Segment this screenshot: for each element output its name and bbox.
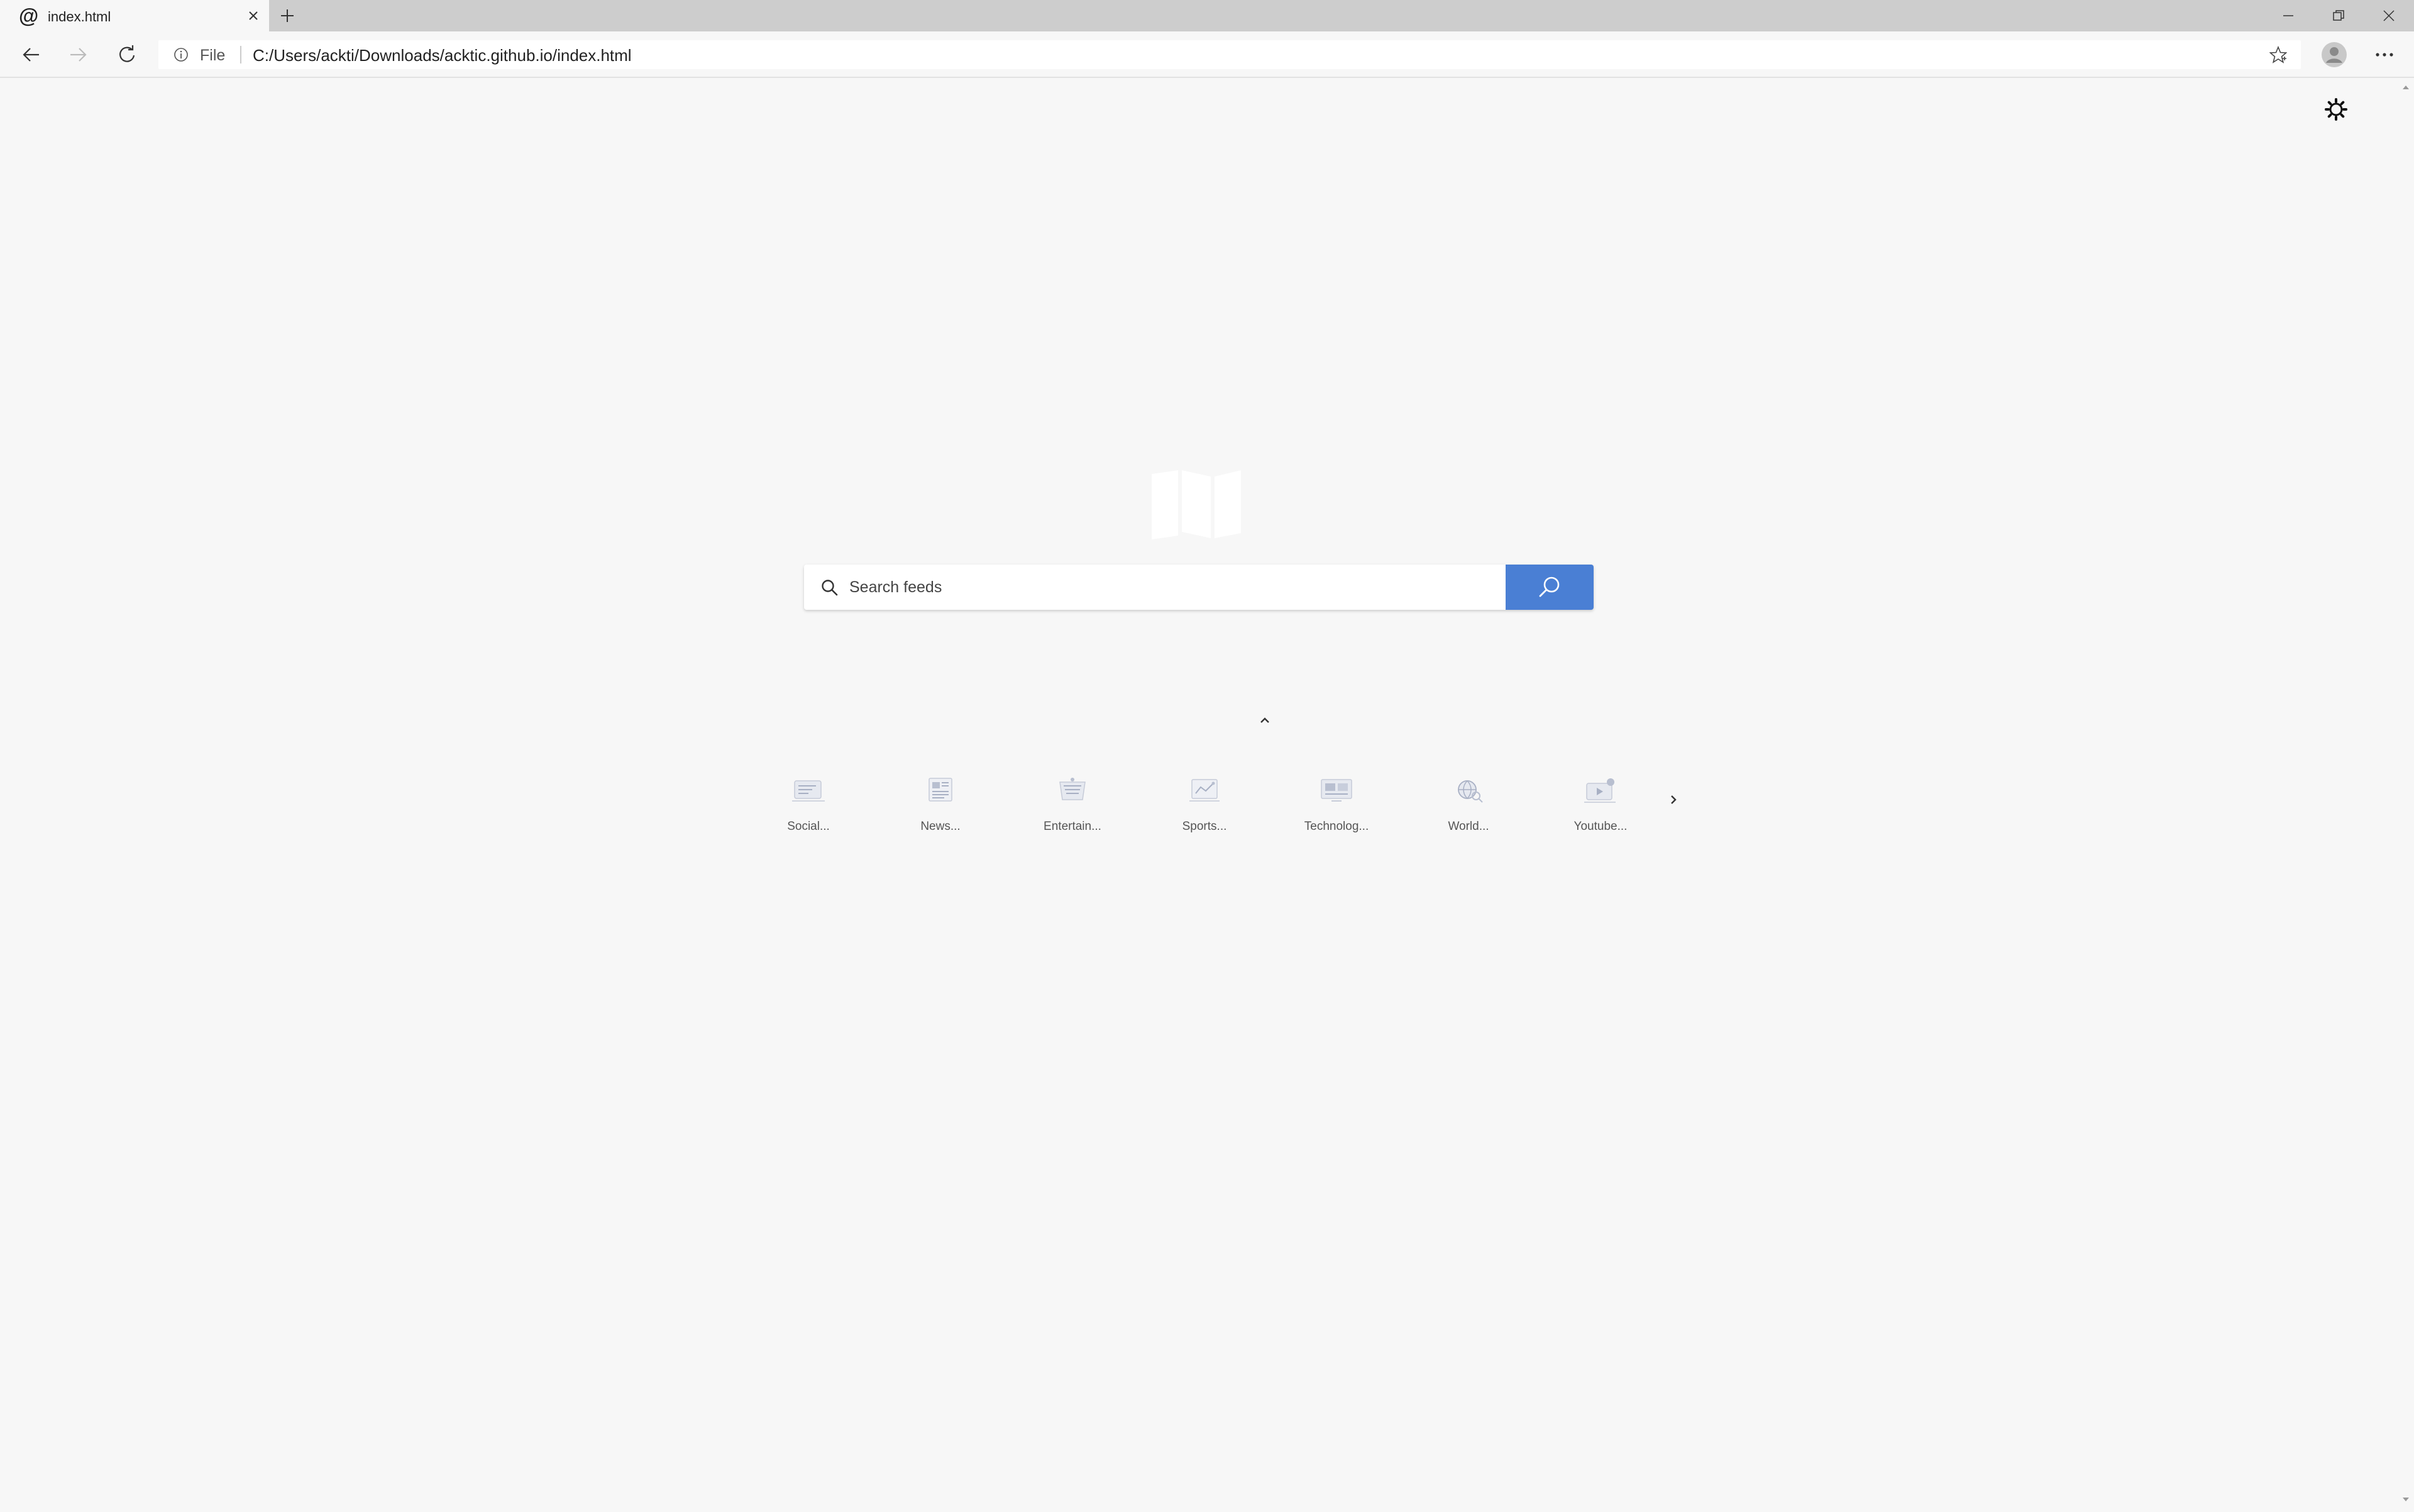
page-content: Social... News... Entertain... Sports...…	[0, 78, 2414, 1509]
category-technology[interactable]: Technolog...	[1292, 770, 1381, 839]
category-social[interactable]: Social...	[764, 770, 852, 839]
category-label: World...	[1448, 820, 1489, 833]
category-youtube[interactable]: Youtube...	[1557, 770, 1645, 839]
new-tab-button[interactable]	[278, 6, 297, 25]
minimize-button[interactable]	[2263, 0, 2313, 31]
category-news[interactable]: News...	[896, 770, 984, 839]
category-world[interactable]: World...	[1425, 770, 1513, 839]
category-label: Entertain...	[1044, 820, 1101, 833]
ellipsis-icon	[2376, 53, 2393, 57]
close-window-button[interactable]	[2364, 0, 2414, 31]
categories-next-chevron-right-icon[interactable]	[1666, 790, 1681, 810]
refresh-button[interactable]	[114, 42, 140, 67]
browser-titlebar: @ index.html	[0, 0, 2414, 31]
category-label: Sports...	[1182, 820, 1227, 833]
app-logo-icon	[1149, 468, 1243, 541]
youtube-illustration-icon	[1583, 776, 1618, 805]
site-info-icon[interactable]	[174, 47, 189, 62]
category-entertainment[interactable]: Entertain...	[1028, 770, 1116, 839]
category-sports[interactable]: Sports...	[1160, 770, 1248, 839]
search-bar	[804, 565, 1594, 610]
forward-button[interactable]	[65, 42, 91, 67]
category-label: News...	[920, 820, 961, 833]
collapse-categories-chevron-up-icon[interactable]	[1256, 713, 1274, 727]
browser-tab-active[interactable]: @ index.html	[0, 0, 269, 31]
sports-illustration-icon	[1187, 776, 1222, 805]
category-carousel: Social... News... Entertain... Sports...…	[764, 770, 1695, 845]
magnifier-icon	[1539, 577, 1560, 597]
entertainment-illustration-icon	[1055, 776, 1090, 805]
favorite-star-icon[interactable]	[2269, 45, 2288, 63]
profile-avatar-button[interactable]	[2321, 41, 2347, 68]
search-icon	[820, 578, 839, 597]
url-scheme-label: File	[200, 47, 226, 64]
address-divider	[240, 46, 241, 63]
restore-button[interactable]	[2313, 0, 2364, 31]
category-label: Youtube...	[1574, 820, 1628, 833]
address-bar[interactable]: File C:/Users/ackti/Downloads/acktic.git…	[158, 40, 2301, 69]
category-label: Social...	[787, 820, 830, 833]
technology-illustration-icon	[1319, 776, 1354, 805]
news-illustration-icon	[923, 776, 958, 805]
search-input[interactable]	[848, 565, 1502, 610]
world-illustration-icon	[1451, 776, 1486, 805]
back-button[interactable]	[19, 42, 44, 67]
back-arrow-icon	[23, 48, 39, 62]
tab-title: index.html	[48, 9, 111, 25]
category-label: Technolog...	[1304, 820, 1369, 833]
more-options-button[interactable]	[2371, 41, 2398, 68]
tab-close-icon[interactable]	[245, 8, 262, 24]
url-text[interactable]: C:/Users/ackti/Downloads/acktic.github.i…	[253, 46, 632, 65]
page-scrollbar[interactable]	[2398, 78, 2414, 1509]
forward-arrow-icon	[70, 48, 87, 62]
browser-toolbar: File C:/Users/ackti/Downloads/acktic.git…	[0, 31, 2414, 78]
settings-gear-icon[interactable]	[2323, 97, 2349, 122]
search-submit-button[interactable]	[1506, 565, 1594, 610]
social-illustration-icon	[791, 776, 826, 805]
tab-favicon-icon: @	[19, 4, 39, 27]
refresh-icon	[119, 45, 135, 62]
avatar-icon	[2322, 42, 2347, 67]
